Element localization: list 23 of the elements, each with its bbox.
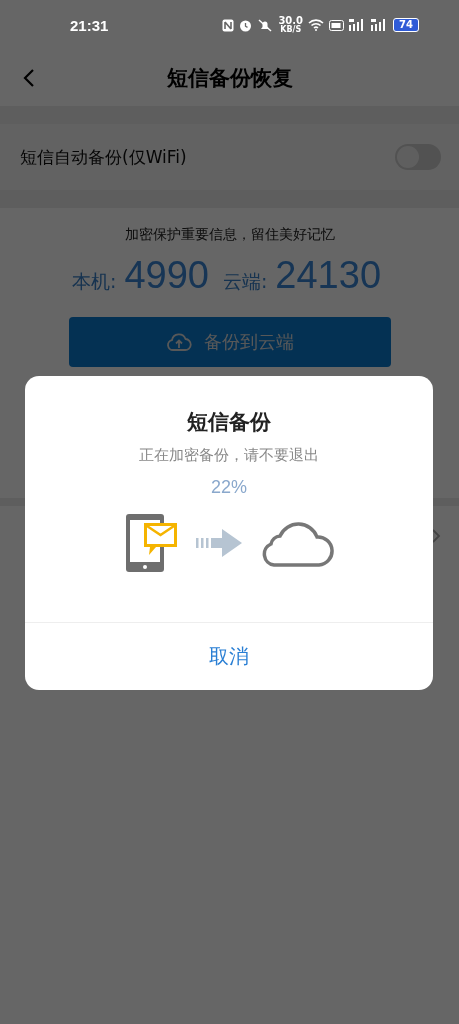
chevron-icon: [431, 528, 441, 544]
page-title: 短信备份恢复: [166, 65, 293, 92]
arrow-icon: [196, 527, 244, 559]
wifi-icon: [308, 19, 325, 31]
nfc-icon: [222, 18, 235, 32]
count-label: 本机:: [72, 269, 117, 294]
mute-icon: [257, 18, 274, 32]
status-time: 21:31: [70, 16, 109, 34]
phone-message-icon: [124, 512, 180, 574]
back-icon[interactable]: [22, 68, 36, 88]
dialog-message: 正在加密备份，请不要退出: [139, 446, 319, 465]
slogan-text: 加密保护重要信息，留住美好记忆: [124, 226, 335, 244]
cloud-count: 24130: [275, 254, 381, 297]
dialog-title: 短信备份: [187, 409, 271, 436]
cancel-button[interactable]: 取消: [25, 622, 433, 690]
progress-percent: 22%: [211, 477, 247, 498]
setting-label: 短信自动备份(仅WiFi): [20, 145, 187, 169]
cloud-upload-icon: [165, 331, 192, 353]
battery-level: 74: [393, 18, 419, 32]
count-label: 云端:: [222, 269, 268, 294]
local-count: 4990: [124, 254, 209, 297]
network-speed: 30.0 KB/S: [278, 16, 304, 34]
alarm-icon: [239, 18, 253, 32]
